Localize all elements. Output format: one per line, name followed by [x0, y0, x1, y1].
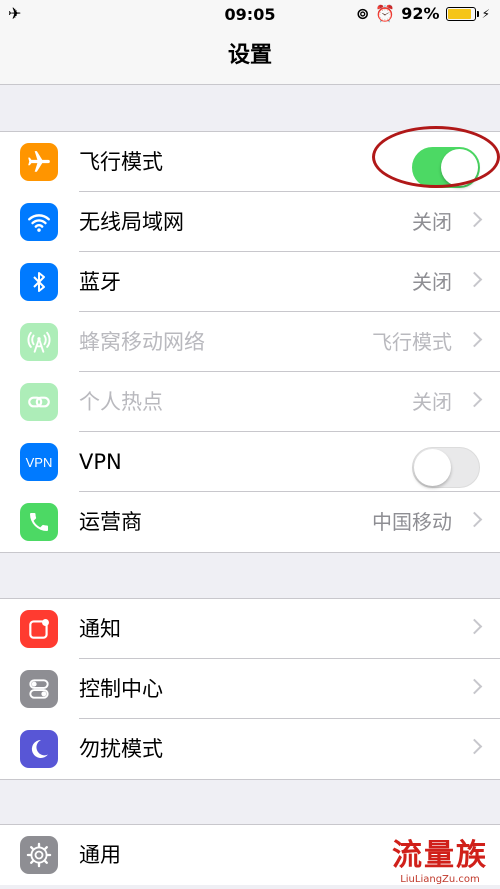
- hotspot-value: 关闭: [412, 390, 452, 414]
- chevron-right-icon: [466, 391, 483, 408]
- watermark-text: 流量族: [392, 838, 488, 873]
- chevron-right-icon: [466, 678, 483, 695]
- control-center-label: 控制中心: [79, 677, 163, 701]
- chevron-right-icon: [466, 738, 483, 755]
- status-right: ⊚ ⏰ 92% ⚡: [356, 4, 490, 23]
- notifications-group: 通知 控制中心 勿扰模式: [0, 598, 500, 780]
- bluetooth-label: 蓝牙: [79, 270, 121, 294]
- nav-title: 设置: [0, 30, 500, 85]
- hotspot-icon: [20, 383, 58, 421]
- watermark: 流量族 LiuLiangZu.com: [392, 830, 488, 885]
- vpn-icon: VPN: [20, 443, 58, 481]
- row-cellular[interactable]: 蜂窝移动网络 飞行模式: [0, 312, 500, 372]
- wifi-label: 无线局域网: [79, 210, 184, 234]
- status-bar: ✈ 09:05 ⊚ ⏰ 92% ⚡: [0, 0, 500, 30]
- vpn-label: VPN: [79, 450, 122, 474]
- gear-icon: [20, 836, 58, 874]
- cellular-value: 飞行模式: [372, 330, 452, 354]
- rotation-lock-icon: ⊚: [355, 4, 370, 23]
- notifications-icon: [20, 610, 58, 648]
- cellular-label: 蜂窝移动网络: [79, 330, 205, 354]
- row-bluetooth[interactable]: 蓝牙 关闭: [0, 252, 500, 312]
- red-circle-annotation: [372, 126, 500, 188]
- battery-icon: [445, 6, 479, 21]
- alarm-icon: ⏰: [375, 4, 396, 23]
- do-not-disturb-label: 勿扰模式: [79, 737, 163, 761]
- row-vpn[interactable]: VPN VPN: [0, 432, 500, 492]
- vpn-toggle[interactable]: [412, 447, 480, 488]
- chevron-right-icon: [466, 271, 483, 288]
- battery-percent: 92%: [401, 4, 440, 23]
- chevron-right-icon: [466, 618, 483, 635]
- row-control-center[interactable]: 控制中心: [0, 659, 500, 719]
- wifi-value: 关闭: [412, 210, 452, 234]
- chevron-right-icon: [466, 331, 483, 348]
- row-do-not-disturb[interactable]: 勿扰模式: [0, 719, 500, 779]
- carrier-value: 中国移动: [372, 510, 452, 534]
- airplane-mode-label: 飞行模式: [79, 150, 163, 174]
- cellular-icon: [20, 323, 58, 361]
- control-center-icon: [20, 670, 58, 708]
- chevron-right-icon: [466, 211, 483, 228]
- row-wifi[interactable]: 无线局域网 关闭: [0, 192, 500, 252]
- general-label: 通用: [79, 843, 121, 867]
- phone-icon: [20, 503, 58, 541]
- moon-icon: [20, 730, 58, 768]
- watermark-url: LiuLiangZu.com: [400, 874, 480, 885]
- toggle-knob: [414, 449, 451, 486]
- bluetooth-icon: [20, 263, 58, 301]
- chevron-right-icon: [466, 511, 483, 528]
- carrier-label: 运营商: [79, 510, 142, 534]
- hotspot-label: 个人热点: [79, 390, 163, 414]
- charging-icon: ⚡: [481, 6, 490, 21]
- bluetooth-value: 关闭: [412, 270, 452, 294]
- row-notifications[interactable]: 通知: [0, 599, 500, 659]
- row-carrier[interactable]: 运营商 中国移动: [0, 492, 500, 552]
- network-group: 飞行模式 无线局域网 关闭 蓝牙 关闭 蜂窝移动网络 飞行模式 个人热点 关闭 …: [0, 131, 500, 553]
- airplane-icon: [20, 143, 58, 181]
- notifications-label: 通知: [79, 617, 121, 641]
- wifi-icon: [20, 203, 58, 241]
- row-hotspot[interactable]: 个人热点 关闭: [0, 372, 500, 432]
